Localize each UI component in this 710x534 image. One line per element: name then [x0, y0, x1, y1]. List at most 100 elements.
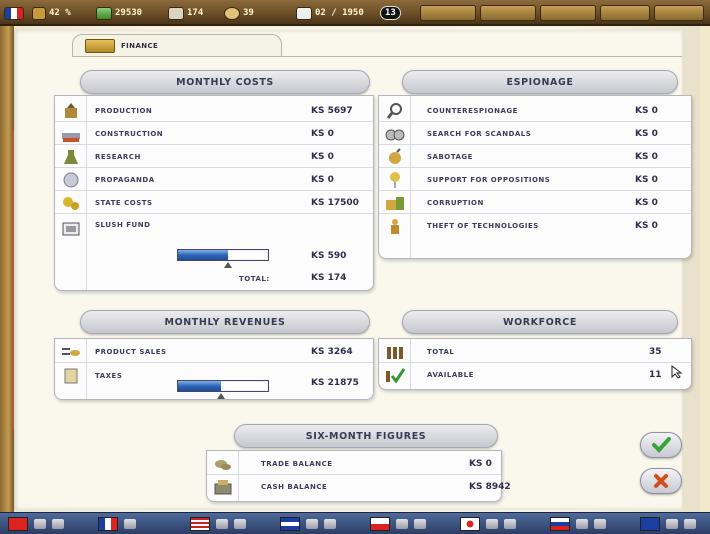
espionage-value: KS 0	[635, 151, 658, 162]
date-indicator[interactable]: 02 / 1950	[296, 4, 364, 22]
toolbar-group-2[interactable]	[480, 5, 536, 21]
monthly-revenues-panel: PRODUCT SALES KS 3264 TAXES KS 21875	[54, 338, 374, 400]
approval-indicator[interactable]: 42 %	[32, 4, 71, 22]
slush-fund-value: KS 590	[311, 251, 347, 261]
unit-icon[interactable]	[234, 519, 246, 529]
country-flag[interactable]	[4, 4, 27, 22]
unit-icon[interactable]	[124, 519, 136, 529]
research-icon	[59, 147, 83, 166]
approval-value: 42 %	[49, 8, 71, 18]
unit-icon[interactable]	[486, 519, 498, 529]
espionage-label: COUNTERESPIONAGE	[427, 106, 518, 115]
workforce-value: 11	[649, 370, 662, 380]
espionage-row[interactable]: SEARCH FOR SCANDALS KS 0	[379, 123, 691, 145]
monthly-revenues-header: MONTHLY REVENUES	[80, 310, 370, 334]
espionage-row[interactable]: COUNTERESPIONAGE KS 0	[379, 100, 691, 122]
taxes-slider[interactable]	[177, 380, 269, 392]
espionage-row[interactable]: CORRUPTION KS 0	[379, 192, 691, 214]
flag-usa[interactable]	[190, 517, 210, 531]
taxes-value: KS 21875	[311, 378, 359, 388]
unit-icon[interactable]	[594, 519, 606, 529]
cancel-button[interactable]	[640, 468, 682, 494]
toolbar-group-3[interactable]	[540, 5, 596, 21]
toolbar-group-1[interactable]	[420, 5, 476, 21]
checkmark-icon	[652, 437, 671, 453]
six-month-label: TRADE BALANCE	[261, 459, 333, 468]
flag-czechoslovakia[interactable]	[370, 517, 390, 531]
tab-finance-label: FINANCE	[121, 41, 159, 50]
espionage-value: KS 0	[635, 197, 658, 208]
production-icon	[59, 101, 83, 120]
unit-icon[interactable]	[34, 519, 46, 529]
six-month-panel: TRADE BALANCE KS 0 CASH BALANCE KS 8942	[206, 450, 511, 502]
cost-label: RESEARCH	[95, 152, 141, 161]
population-indicator[interactable]: 174	[168, 4, 203, 22]
confirm-button[interactable]	[640, 432, 682, 458]
slush-fund-label: SLUSH FUND	[95, 221, 151, 229]
resource-icon	[224, 6, 240, 20]
tab-finance[interactable]: FINANCE	[72, 34, 282, 56]
resource-indicator[interactable]: 39	[224, 4, 254, 22]
slush-fund-slider-fill	[178, 250, 228, 260]
money-indicator[interactable]: 29530	[96, 4, 142, 22]
coins-icon	[211, 454, 235, 473]
taxes-label: TAXES	[95, 372, 123, 380]
binoculars-icon	[383, 124, 407, 143]
flag-russia[interactable]	[550, 517, 570, 531]
flag-france[interactable]	[98, 517, 118, 531]
slush-fund-icon	[59, 219, 83, 238]
cost-row-construction: CONSTRUCTION KS 0	[55, 123, 373, 145]
people-icon	[32, 6, 46, 20]
unit-icon[interactable]	[216, 519, 228, 529]
espionage-row[interactable]: SUPPORT FOR OPPOSITIONS KS 0	[379, 169, 691, 191]
toolbar-group-5[interactable]	[654, 5, 704, 21]
toolbar-group-4[interactable]	[600, 5, 650, 21]
bribe-icon	[383, 193, 407, 212]
state-costs-icon	[59, 193, 83, 212]
slush-fund-slider-handle[interactable]	[223, 262, 232, 268]
unit-icon[interactable]	[684, 519, 696, 529]
cost-value: KS 0	[311, 174, 334, 185]
espionage-value: KS 0	[635, 105, 658, 116]
taxes-icon	[59, 366, 83, 385]
flag-japan[interactable]	[460, 517, 480, 531]
workforce-header: WORKFORCE	[402, 310, 678, 334]
flag-china[interactable]	[8, 517, 28, 531]
unit-icon[interactable]	[414, 519, 426, 529]
espionage-value: KS 0	[635, 128, 658, 139]
six-month-row-trade: TRADE BALANCE KS 0	[207, 453, 501, 475]
mouse-cursor	[671, 364, 683, 381]
unit-icon[interactable]	[576, 519, 588, 529]
unit-icon[interactable]	[306, 519, 318, 529]
workforce-value: 35	[649, 346, 662, 357]
monthly-costs-title: MONTHLY COSTS	[176, 76, 274, 88]
cost-label: PROPAGANDA	[95, 175, 155, 184]
espionage-label: THEFT OF TECHNOLOGIES	[427, 222, 539, 230]
flag-cuba[interactable]	[280, 517, 300, 531]
unit-icon[interactable]	[324, 519, 336, 529]
espionage-title: ESPIONAGE	[506, 76, 574, 88]
slush-fund-slider[interactable]	[177, 249, 269, 261]
finance-icon	[85, 38, 115, 53]
money-value: 29530	[115, 8, 143, 18]
unit-icon[interactable]	[666, 519, 678, 529]
flag-uk[interactable]	[640, 517, 660, 531]
espionage-row[interactable]: SABOTAGE KS 0	[379, 146, 691, 168]
espionage-label: CORRUPTION	[427, 198, 484, 207]
total-label: TOTAL:	[239, 275, 270, 283]
propaganda-icon	[59, 170, 83, 189]
workforce-row-available: AVAILABLE 11	[379, 364, 691, 386]
unit-icon[interactable]	[52, 519, 64, 529]
unit-icon[interactable]	[504, 519, 516, 529]
espionage-row[interactable]: THEFT OF TECHNOLOGIES KS 0	[379, 215, 691, 237]
six-month-title: SIX-MONTH FIGURES	[305, 430, 427, 442]
close-icon	[654, 474, 668, 488]
taxes-slider-handle[interactable]	[217, 393, 226, 399]
espionage-panel: COUNTERESPIONAGE KS 0 SEARCH FOR SCANDAL…	[378, 95, 692, 259]
workforce-title: WORKFORCE	[503, 316, 577, 328]
cost-value: KS 17500	[311, 197, 359, 208]
unit-icon[interactable]	[396, 519, 408, 529]
thief-icon	[383, 217, 407, 236]
population-value: 174	[187, 8, 204, 18]
turn-indicator[interactable]: 13	[380, 4, 401, 22]
